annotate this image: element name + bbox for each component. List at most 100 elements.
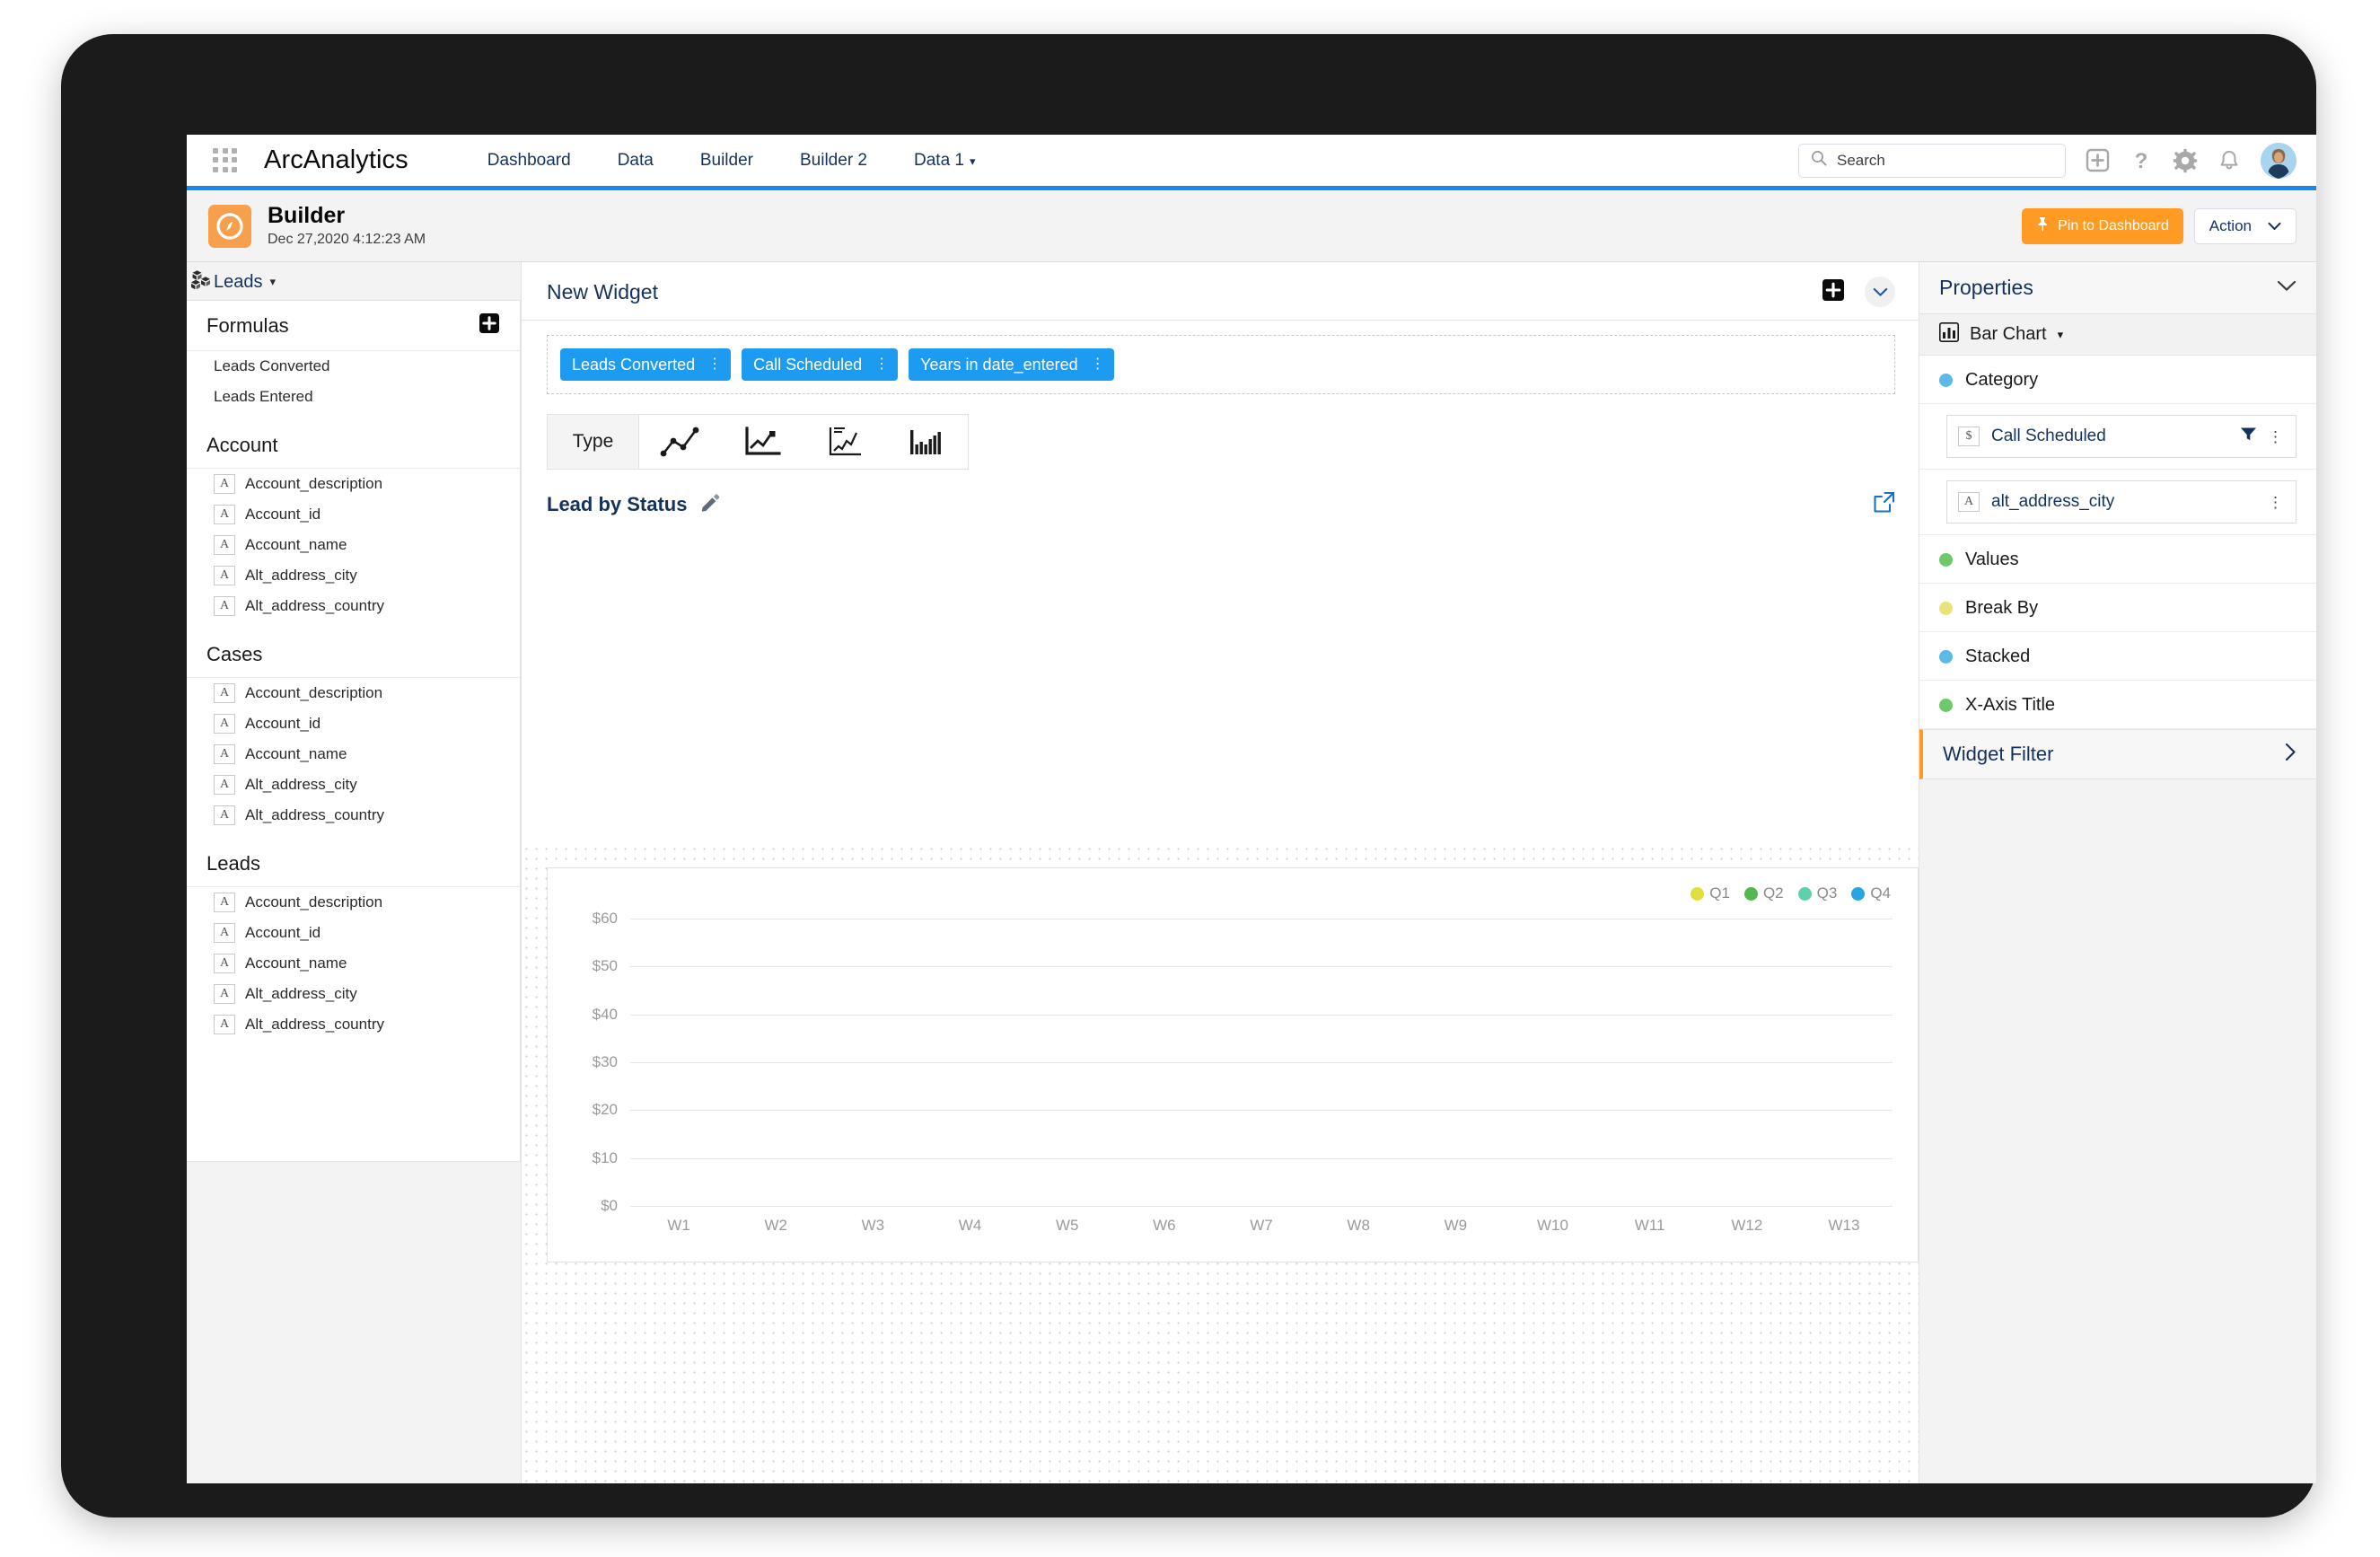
- search-input[interactable]: [1837, 151, 2054, 170]
- search-box[interactable]: [1798, 143, 2066, 178]
- chevron-right-icon: [2285, 743, 2297, 767]
- field-item[interactable]: A Account_id: [187, 499, 520, 530]
- field-item[interactable]: A Account_description: [187, 678, 520, 708]
- filter-icon[interactable]: [2240, 427, 2257, 446]
- chart-type-dropdown[interactable]: Bar Chart ▾: [1919, 314, 2316, 356]
- legend-item-q2[interactable]: Q2: [1743, 884, 1784, 902]
- bar-group: W3: [824, 919, 921, 1234]
- field-item[interactable]: A Alt_address_country: [187, 1009, 520, 1040]
- text-type-icon: A: [1958, 492, 1980, 512]
- field-chip-years-in-date-entered[interactable]: Years in date_entered ⋮: [909, 348, 1114, 381]
- widget-header-actions: [1822, 277, 1895, 307]
- property-section-category[interactable]: Category: [1919, 356, 2316, 404]
- field-chip-leads-converted[interactable]: Leads Converted ⋮: [560, 348, 732, 381]
- action-button[interactable]: Action: [2193, 207, 2297, 244]
- nav-tab-builder-2[interactable]: Builder 2: [800, 151, 867, 171]
- field-item[interactable]: A Account_description: [187, 887, 520, 918]
- property-section-values[interactable]: Values: [1919, 535, 2316, 584]
- formula-item[interactable]: Leads Converted: [187, 351, 520, 382]
- field-group-header-account[interactable]: Account: [187, 421, 520, 469]
- field-chip-call-scheduled[interactable]: Call Scheduled ⋮: [742, 348, 899, 381]
- field-item[interactable]: A Account_id: [187, 708, 520, 739]
- nav-tab-label: Data 1: [914, 150, 964, 170]
- property-section-x-axis-title[interactable]: X-Axis Title: [1919, 681, 2316, 729]
- vertical-dots-icon[interactable]: ⋮: [874, 357, 889, 372]
- properties-panel: Properties Bar Chart ▾ Category $ Call S…: [1919, 262, 2316, 1483]
- vertical-dots-icon[interactable]: ⋮: [2268, 429, 2283, 444]
- help-icon[interactable]: ?: [2130, 149, 2153, 172]
- dataset-selector[interactable]: Leads ▾: [187, 262, 521, 300]
- legend-item-q3[interactable]: Q3: [1797, 884, 1837, 902]
- field-chips-dropzone[interactable]: Leads Converted ⋮ Call Scheduled ⋮ Years…: [547, 335, 1895, 394]
- gear-icon[interactable]: [2173, 148, 2198, 173]
- legend-item-q1[interactable]: Q1: [1691, 884, 1730, 902]
- chevron-down-icon[interactable]: [2277, 280, 2297, 296]
- formulas-label: Formulas: [206, 313, 289, 337]
- bar-chart-icon: [1939, 322, 1959, 347]
- add-square-icon[interactable]: [1822, 278, 1845, 306]
- field-item[interactable]: A Alt_address_country: [187, 800, 520, 831]
- section-color-dot: [1939, 602, 1953, 615]
- line-chart-markers-icon[interactable]: [639, 415, 722, 469]
- vertical-dots-icon[interactable]: ⋮: [707, 357, 722, 372]
- vertical-dots-icon[interactable]: ⋮: [2268, 495, 2283, 510]
- property-field-actions: ⋮: [2240, 427, 2283, 446]
- widget-filter-row[interactable]: Widget Filter: [1919, 729, 2316, 779]
- pencil-icon[interactable]: [699, 492, 721, 518]
- user-avatar[interactable]: [2261, 142, 2297, 179]
- property-field-alt-address-city[interactable]: A alt_address_city ⋮: [1946, 480, 2297, 523]
- add-square-icon[interactable]: [479, 312, 500, 339]
- field-group-header-leads[interactable]: Leads: [187, 840, 520, 887]
- pin-to-dashboard-button[interactable]: Pin to Dashboard: [2022, 207, 2183, 244]
- property-field-label: Call Scheduled: [1991, 427, 2106, 445]
- gridline: [630, 1206, 1893, 1207]
- y-axis-tick-label: $10: [592, 1148, 618, 1166]
- nav-tab-builder[interactable]: Builder: [700, 151, 753, 171]
- field-item[interactable]: A Alt_address_city: [187, 770, 520, 800]
- app-launcher-icon[interactable]: [210, 145, 241, 176]
- chevron-down-icon[interactable]: [1865, 277, 1895, 307]
- chart-type-name: Bar Chart: [1970, 324, 2047, 344]
- builder-object-icon: [208, 204, 251, 248]
- axis-line-chart-icon[interactable]: [722, 415, 804, 469]
- section-label: X-Axis Title: [1965, 695, 2056, 715]
- field-label: Account_id: [245, 506, 321, 523]
- field-item[interactable]: A Alt_address_city: [187, 979, 520, 1009]
- field-item[interactable]: A Account_name: [187, 530, 520, 560]
- nav-tab-dashboard[interactable]: Dashboard: [487, 151, 571, 171]
- x-axis-tick-label: W2: [764, 1217, 787, 1234]
- bar-group: W12: [1699, 919, 1796, 1234]
- properties-header: Properties: [1919, 262, 2316, 314]
- legend-color-swatch: [1743, 886, 1758, 901]
- field-item[interactable]: A Account_name: [187, 948, 520, 979]
- field-item[interactable]: A Account_name: [187, 739, 520, 770]
- field-item[interactable]: A Alt_address_country: [187, 591, 520, 621]
- category-field-slot-2: A alt_address_city ⋮: [1919, 470, 2316, 535]
- vertical-dots-icon[interactable]: ⋮: [1091, 357, 1105, 372]
- field-group-header-cases[interactable]: Cases: [187, 630, 520, 678]
- formula-item[interactable]: Leads Entered: [187, 382, 520, 412]
- property-section-break-by[interactable]: Break By: [1919, 584, 2316, 632]
- property-section-stacked[interactable]: Stacked: [1919, 632, 2316, 681]
- bar-group: W8: [1310, 919, 1407, 1234]
- chevron-down-icon: ▾: [269, 275, 277, 288]
- dataset-cubes-icon: [190, 269, 214, 295]
- bar-chart-icon[interactable]: [886, 415, 969, 469]
- chart-legend: Q1 Q2 Q3 Q4: [1691, 884, 1891, 902]
- nav-tab-data-1[interactable]: Data 1 ▾: [914, 151, 976, 171]
- chip-label: Years in date_entered: [920, 355, 1078, 374]
- annotated-line-chart-icon[interactable]: [804, 415, 886, 469]
- field-item[interactable]: A Account_id: [187, 918, 520, 948]
- text-type-icon: A: [214, 535, 235, 555]
- field-item[interactable]: A Alt_address_city: [187, 560, 520, 591]
- chart-card: Q1 Q2 Q3 Q4 $0 $10 $20 $30 $40 $50 $60 W1 W2 W3 W…: [547, 867, 1919, 1262]
- text-type-icon: A: [214, 744, 235, 764]
- add-icon[interactable]: [2086, 148, 2110, 172]
- nav-tab-label: Builder: [699, 150, 753, 170]
- property-field-call-scheduled[interactable]: $ Call Scheduled ⋮: [1946, 415, 2297, 458]
- field-item[interactable]: A Account_description: [187, 469, 520, 499]
- nav-tab-data[interactable]: Data: [618, 151, 654, 171]
- notifications-bell-icon[interactable]: [2218, 149, 2241, 172]
- expand-external-icon[interactable]: [1873, 491, 1895, 518]
- legend-item-q4[interactable]: Q4: [1851, 884, 1891, 902]
